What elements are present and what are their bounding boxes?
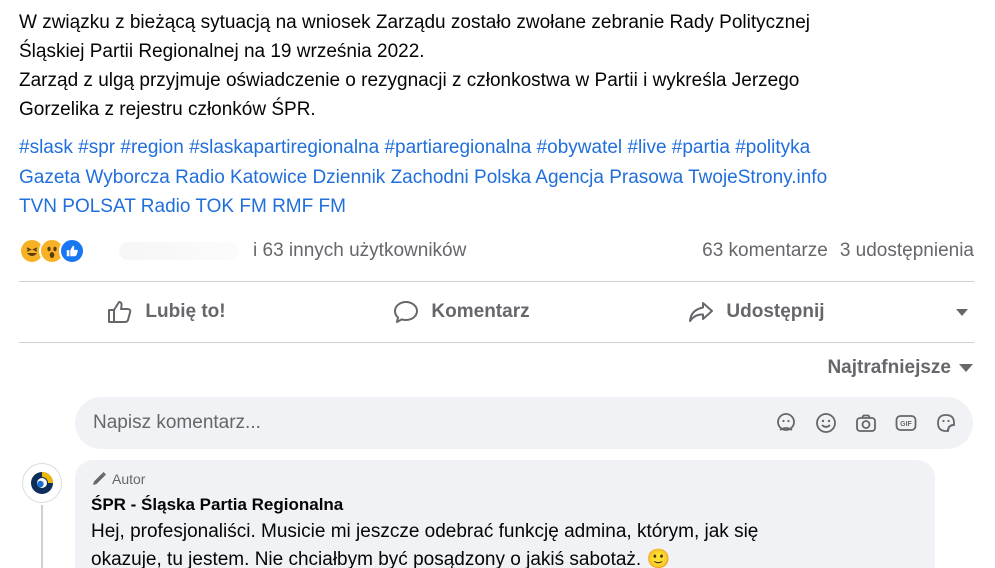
author-badge: Autor bbox=[91, 470, 919, 488]
divider bbox=[19, 342, 974, 343]
comment-author-name[interactable]: ŚPR - Śląska Partia Regionalna bbox=[91, 494, 919, 516]
post-text-line: Gorzelika z rejestru członków ŚPR. bbox=[19, 99, 316, 120]
composer-icons: GIF bbox=[773, 410, 959, 436]
like-button[interactable]: Lubię to! bbox=[19, 282, 314, 342]
camera-icon[interactable] bbox=[853, 410, 879, 436]
party-logo-icon bbox=[31, 472, 53, 494]
hashtag-link[interactable]: #live bbox=[627, 137, 666, 158]
hashtag-link[interactable]: #slaskapartiregionalna bbox=[189, 137, 379, 158]
comment-sort-label: Najtrafniejsze bbox=[827, 357, 951, 378]
blurred-names bbox=[119, 242, 239, 260]
like-icon bbox=[59, 238, 85, 264]
mention-link[interactable]: POLSAT bbox=[62, 196, 135, 217]
reactions-others-link[interactable]: i 63 innych użytkowników bbox=[253, 240, 466, 262]
comment-text-line: okazuje, tu jestem. Nie chciałbym być po… bbox=[91, 549, 671, 568]
thumbs-up-icon bbox=[108, 301, 132, 323]
comments-count-link[interactable]: 63 komentarze bbox=[702, 240, 828, 262]
gif-icon[interactable]: GIF bbox=[893, 410, 919, 436]
hashtag-link[interactable]: #spr bbox=[78, 137, 115, 158]
reaction-emojis[interactable] bbox=[19, 238, 85, 264]
comment-sort-dropdown[interactable]: Najtrafniejsze bbox=[827, 357, 973, 379]
mentions-line: TVN POLSAT Radio TOK FM RMF FM bbox=[19, 192, 979, 222]
hashtag-link[interactable]: #partia bbox=[672, 137, 730, 158]
mention-link[interactable]: TwojeStrony.info bbox=[688, 167, 827, 188]
hashtag-link[interactable]: #slask bbox=[19, 137, 73, 158]
sticker-icon[interactable] bbox=[933, 410, 959, 436]
mention-link[interactable]: RMF FM bbox=[272, 196, 346, 217]
post-text-line: W związku z bieżącą sytuacją na wniosek … bbox=[19, 12, 810, 33]
avatar[interactable] bbox=[22, 463, 62, 503]
mention-link[interactable]: Dziennik Zachodni bbox=[312, 167, 468, 188]
comment-button[interactable]: Komentarz bbox=[314, 282, 609, 342]
mentions-line: Gazeta Wyborcza Radio Katowice Dziennik … bbox=[19, 163, 979, 193]
comment-bubble: Autor ŚPR - Śląska Partia Regionalna Hej… bbox=[75, 460, 935, 568]
emoji-icon[interactable] bbox=[813, 410, 839, 436]
thread-line bbox=[41, 505, 43, 568]
comment-text-line: Hej, profesjonaliści. Musicie mi jeszcze… bbox=[91, 521, 759, 542]
reactions-row: i 63 innych użytkowników 63 komentarze 3… bbox=[19, 236, 974, 266]
hashtags-block: #slask #spr #region #slaskapartiregional… bbox=[19, 133, 979, 222]
comment-bubble-icon bbox=[394, 301, 419, 323]
chevron-down-icon bbox=[956, 308, 968, 316]
comment-composer: GIF bbox=[75, 397, 973, 449]
like-button-label: Lubię to! bbox=[145, 301, 226, 322]
author-badge-label: Autor bbox=[112, 471, 146, 487]
post-text-line: Zarząd z ulgą przyjmuje oświadczenie o r… bbox=[19, 70, 800, 91]
share-button-label: Udostępnij bbox=[726, 301, 825, 322]
mention-link[interactable]: Radio TOK FM bbox=[141, 196, 267, 217]
comment-text: Hej, profesjonaliści. Musicie mi jeszcze… bbox=[91, 518, 919, 568]
mention-link[interactable]: Polska Agencja Prasowa bbox=[474, 167, 683, 188]
hashtag-link[interactable]: #obywatel bbox=[537, 137, 623, 158]
svg-text:GIF: GIF bbox=[900, 421, 912, 428]
comment-input[interactable] bbox=[93, 412, 773, 434]
post-text: W związku z bieżącą sytuacją na wniosek … bbox=[19, 8, 979, 124]
audience-selector[interactable] bbox=[904, 308, 974, 316]
share-arrow-icon bbox=[689, 302, 714, 322]
share-button[interactable]: Udostępnij bbox=[609, 282, 904, 342]
chevron-down-icon bbox=[959, 364, 973, 372]
mention-link[interactable]: Radio Katowice bbox=[175, 167, 307, 188]
hashtag-link[interactable]: #partiaregionalna bbox=[384, 137, 531, 158]
post-text-line: Śląskiej Partii Regionalnej na 19 wrześn… bbox=[19, 41, 425, 62]
mention-link[interactable]: TVN bbox=[19, 196, 57, 217]
hashtags-line: #slask #spr #region #slaskapartiregional… bbox=[19, 133, 979, 163]
post-action-bar: Lubię to! Komentarz Udostępnij bbox=[19, 282, 974, 342]
hashtag-link[interactable]: #polityka bbox=[735, 137, 810, 158]
avatar-sticker-icon[interactable] bbox=[773, 410, 799, 436]
shares-count-link[interactable]: 3 udostępnienia bbox=[840, 240, 974, 262]
comment-button-label: Komentarz bbox=[431, 301, 530, 322]
pencil-icon bbox=[93, 472, 106, 485]
mention-link[interactable]: Gazeta Wyborcza bbox=[19, 167, 170, 188]
hashtag-link[interactable]: #region bbox=[120, 137, 183, 158]
